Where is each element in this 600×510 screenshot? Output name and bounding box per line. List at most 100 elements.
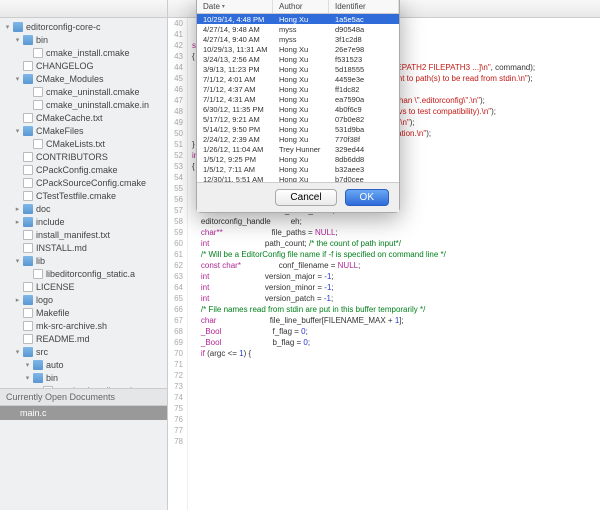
disclosure-icon — [14, 153, 21, 160]
disclosure-icon — [14, 166, 21, 173]
history-dialog: Date▾ Author Identifier 10/29/14, 4:48 P… — [196, 0, 400, 213]
history-row[interactable]: 1/5/12, 7:11 AMHong Xub32aee3 — [197, 164, 399, 174]
tree-label: CMakeFiles — [36, 126, 84, 136]
file-row[interactable]: libeditorconfig_static.a — [0, 267, 167, 280]
file-row[interactable]: Makefile — [0, 306, 167, 319]
history-row[interactable]: 5/17/12, 9:21 AMHong Xu07b0e82 — [197, 114, 399, 124]
tree-label: include — [36, 217, 65, 227]
history-row[interactable]: 10/29/14, 4:48 PMHong Xu1a5e5ac — [197, 14, 399, 24]
file-icon — [23, 191, 33, 201]
file-row[interactable]: cmake_install.cmake — [0, 46, 167, 59]
tree-label: CPackConfig.cmake — [36, 165, 118, 175]
history-row[interactable]: 1/26/12, 11:04 AMTrey Hunner329ed44 — [197, 144, 399, 154]
folder-row[interactable]: ▾src — [0, 345, 167, 358]
file-icon — [23, 230, 33, 240]
col-header-identifier[interactable]: Identifier — [329, 0, 399, 13]
history-row[interactable]: 12/30/11, 5:51 AMHong Xub7d0cee — [197, 174, 399, 182]
file-row[interactable]: cmake_uninstall.cmake — [0, 85, 167, 98]
disclosure-icon — [14, 244, 21, 251]
disclosure-icon — [24, 270, 31, 277]
file-row[interactable]: README.md — [0, 332, 167, 345]
history-row[interactable]: 7/1/12, 4:01 AMHong Xu4459e3e — [197, 74, 399, 84]
col-header-author[interactable]: Author — [273, 0, 329, 13]
file-icon — [23, 243, 33, 253]
disclosure-icon: ▸ — [14, 205, 21, 212]
folder-row[interactable]: ▾auto — [0, 358, 167, 371]
cancel-button[interactable]: Cancel — [275, 189, 336, 206]
disclosure-icon: ▾ — [14, 257, 21, 264]
disclosure-icon — [14, 192, 21, 199]
tree-label: cmake_uninstall.cmake.in — [46, 100, 149, 110]
file-icon — [33, 48, 43, 58]
history-row[interactable]: 7/1/12, 4:31 AMHong Xuea7590a — [197, 94, 399, 104]
file-icon — [23, 334, 33, 344]
disclosure-icon — [24, 49, 31, 56]
history-row[interactable]: 4/27/14, 9:40 AMmyss3f1c2d8 — [197, 34, 399, 44]
tree-label: bin — [46, 373, 58, 383]
history-row[interactable]: 5/14/12, 9:50 PMHong Xu531d9ba — [197, 124, 399, 134]
folder-row[interactable]: ▾ bin — [0, 371, 167, 384]
history-row[interactable]: 3/9/13, 11:23 PMHong Xu5d18555 — [197, 64, 399, 74]
history-row[interactable]: 10/29/13, 11:31 AMHong Xu26e7e98 — [197, 44, 399, 54]
disclosure-icon — [24, 88, 31, 95]
file-row[interactable]: CTestTestfile.cmake — [0, 189, 167, 202]
file-icon — [43, 386, 53, 389]
tree-label: libeditorconfig_static.a — [46, 269, 135, 279]
file-row[interactable]: CPackConfig.cmake — [0, 163, 167, 176]
file-row[interactable]: CPackSourceConfig.cmake — [0, 176, 167, 189]
history-row[interactable]: 7/1/12, 4:37 AMHong Xuff1dc82 — [197, 84, 399, 94]
folder-row[interactable]: ▾CMake_Modules — [0, 72, 167, 85]
file-row[interactable]: mk-src-archive.sh — [0, 319, 167, 332]
file-icon — [33, 87, 43, 97]
tree-label: cmake_install.cmake — [56, 386, 140, 389]
tree-label: auto — [46, 360, 64, 370]
tree-label: bin — [36, 35, 48, 45]
history-row[interactable]: 6/30/12, 11:35 PMHong Xu4b0f6c9 — [197, 104, 399, 114]
folder-row[interactable]: ▾ editorconfig-core-c — [0, 20, 167, 33]
tree-label: INSTALL.md — [36, 243, 87, 253]
tree-label: cmake_install.cmake — [46, 48, 130, 58]
tree-label: CONTRIBUTORS — [36, 152, 108, 162]
folder-row[interactable]: ▸ logo — [0, 293, 167, 306]
file-row[interactable]: INSTALL.md — [0, 241, 167, 254]
history-row[interactable]: 1/5/12, 9:25 PMHong Xu8db6dd8 — [197, 154, 399, 164]
file-icon — [33, 139, 43, 149]
folder-icon — [23, 204, 33, 214]
folder-icon — [33, 373, 43, 383]
open-docs-header: Currently Open Documents — [0, 389, 167, 406]
history-row[interactable]: 4/27/14, 9:48 AMmyssd90548a — [197, 24, 399, 34]
file-row[interactable]: CONTRIBUTORS — [0, 150, 167, 163]
file-row[interactable]: CMakeLists.txt — [0, 137, 167, 150]
disclosure-icon: ▾ — [14, 36, 21, 43]
folder-icon — [13, 22, 23, 32]
col-header-date[interactable]: Date▾ — [197, 0, 273, 13]
ok-button[interactable]: OK — [345, 189, 389, 206]
file-row[interactable]: LICENSE — [0, 280, 167, 293]
tree-label: editorconfig-core-c — [26, 22, 101, 32]
line-gutter: 4041424344454647484950515253545556575859… — [168, 18, 188, 510]
folder-row[interactable]: ▾CMakeFiles — [0, 124, 167, 137]
file-row[interactable]: CMakeCache.txt — [0, 111, 167, 124]
folder-icon — [23, 347, 33, 357]
folder-row[interactable]: ▾ bin — [0, 33, 167, 46]
folder-row[interactable]: ▸ doc — [0, 202, 167, 215]
folder-row[interactable]: ▸include — [0, 215, 167, 228]
history-row[interactable]: 2/24/12, 2:39 AMHong Xu770f38f — [197, 134, 399, 144]
file-tree[interactable]: ▾ editorconfig-core-c ▾ bin cmake_install.cm… — [0, 18, 167, 388]
tree-label: README.md — [36, 334, 90, 344]
file-row[interactable]: install_manifest.txt — [0, 228, 167, 241]
folder-row[interactable]: ▾ lib — [0, 254, 167, 267]
tree-label: doc — [36, 204, 51, 214]
tree-label: lib — [36, 256, 45, 266]
file-row[interactable]: CHANGELOG — [0, 59, 167, 72]
history-row[interactable]: 3/24/13, 2:56 AMHong Xuf531523 — [197, 54, 399, 64]
open-doc-row[interactable]: main.c — [0, 406, 167, 420]
disclosure-icon: ▾ — [24, 374, 31, 381]
tree-label: logo — [36, 295, 53, 305]
tree-label: cmake_uninstall.cmake — [46, 87, 140, 97]
history-list[interactable]: 10/29/14, 4:48 PMHong Xu1a5e5ac4/27/14, … — [197, 14, 399, 182]
disclosure-icon: ▸ — [14, 296, 21, 303]
disclosure-icon — [14, 114, 21, 121]
disclosure-icon: ▾ — [4, 23, 11, 30]
file-row[interactable]: cmake_uninstall.cmake.in — [0, 98, 167, 111]
